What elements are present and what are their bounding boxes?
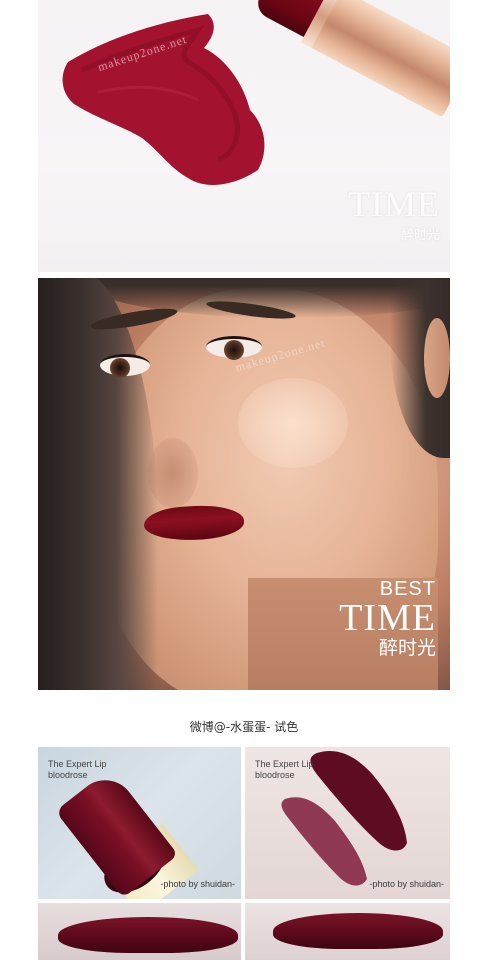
swatch-tile-bullet: The Expert Lip bloodrose -photo by shuid… xyxy=(38,747,241,899)
logo-chinese: 醉时光 xyxy=(378,637,436,659)
tile-label: The Expert Lip bloodrose xyxy=(48,759,107,781)
best-time-logo: BEST TIME 醉时光 xyxy=(339,578,436,660)
lip-swatch xyxy=(58,917,238,953)
left-eye xyxy=(100,354,150,378)
photo-credit: -photo by shuidan- xyxy=(160,879,235,889)
hair-left xyxy=(38,278,158,690)
product-line: The Expert Lip xyxy=(48,759,107,769)
swatch-caption: 微博@-水蛋蛋- 试色 xyxy=(189,720,299,734)
time-logo-title: TIME xyxy=(348,184,440,224)
lip-swatch xyxy=(273,913,443,949)
left-iris xyxy=(110,358,130,378)
logo-time: TIME xyxy=(339,597,436,639)
product-line: The Expert Lip xyxy=(255,759,314,769)
tile-label: The Expert Lip bloodrose xyxy=(255,759,314,781)
nose xyxy=(148,438,198,508)
time-logo: TIME 醉时光 xyxy=(348,186,440,243)
time-logo-subtitle: 醉时光 xyxy=(400,227,440,242)
model-portrait: makeup2one.net BEST TIME 醉时光 xyxy=(38,278,450,690)
right-iris xyxy=(224,340,244,360)
lip-swatch-tile-right xyxy=(245,903,450,960)
swatch-tile-arm: The Expert Lip bloodrose -photo by shuid… xyxy=(245,747,450,899)
cheek-highlight xyxy=(238,378,348,468)
ear xyxy=(424,318,450,398)
shade-name: bloodrose xyxy=(255,770,295,780)
lip-swatch-tile-left xyxy=(38,903,241,960)
shade-name: bloodrose xyxy=(48,770,88,780)
photo-credit: -photo by shuidan- xyxy=(369,879,444,889)
swatch-photo: makeup2one.net TIME 醉时光 xyxy=(38,0,450,272)
page: makeup2one.net TIME 醉时光 makeup2one.net B… xyxy=(0,0,488,960)
